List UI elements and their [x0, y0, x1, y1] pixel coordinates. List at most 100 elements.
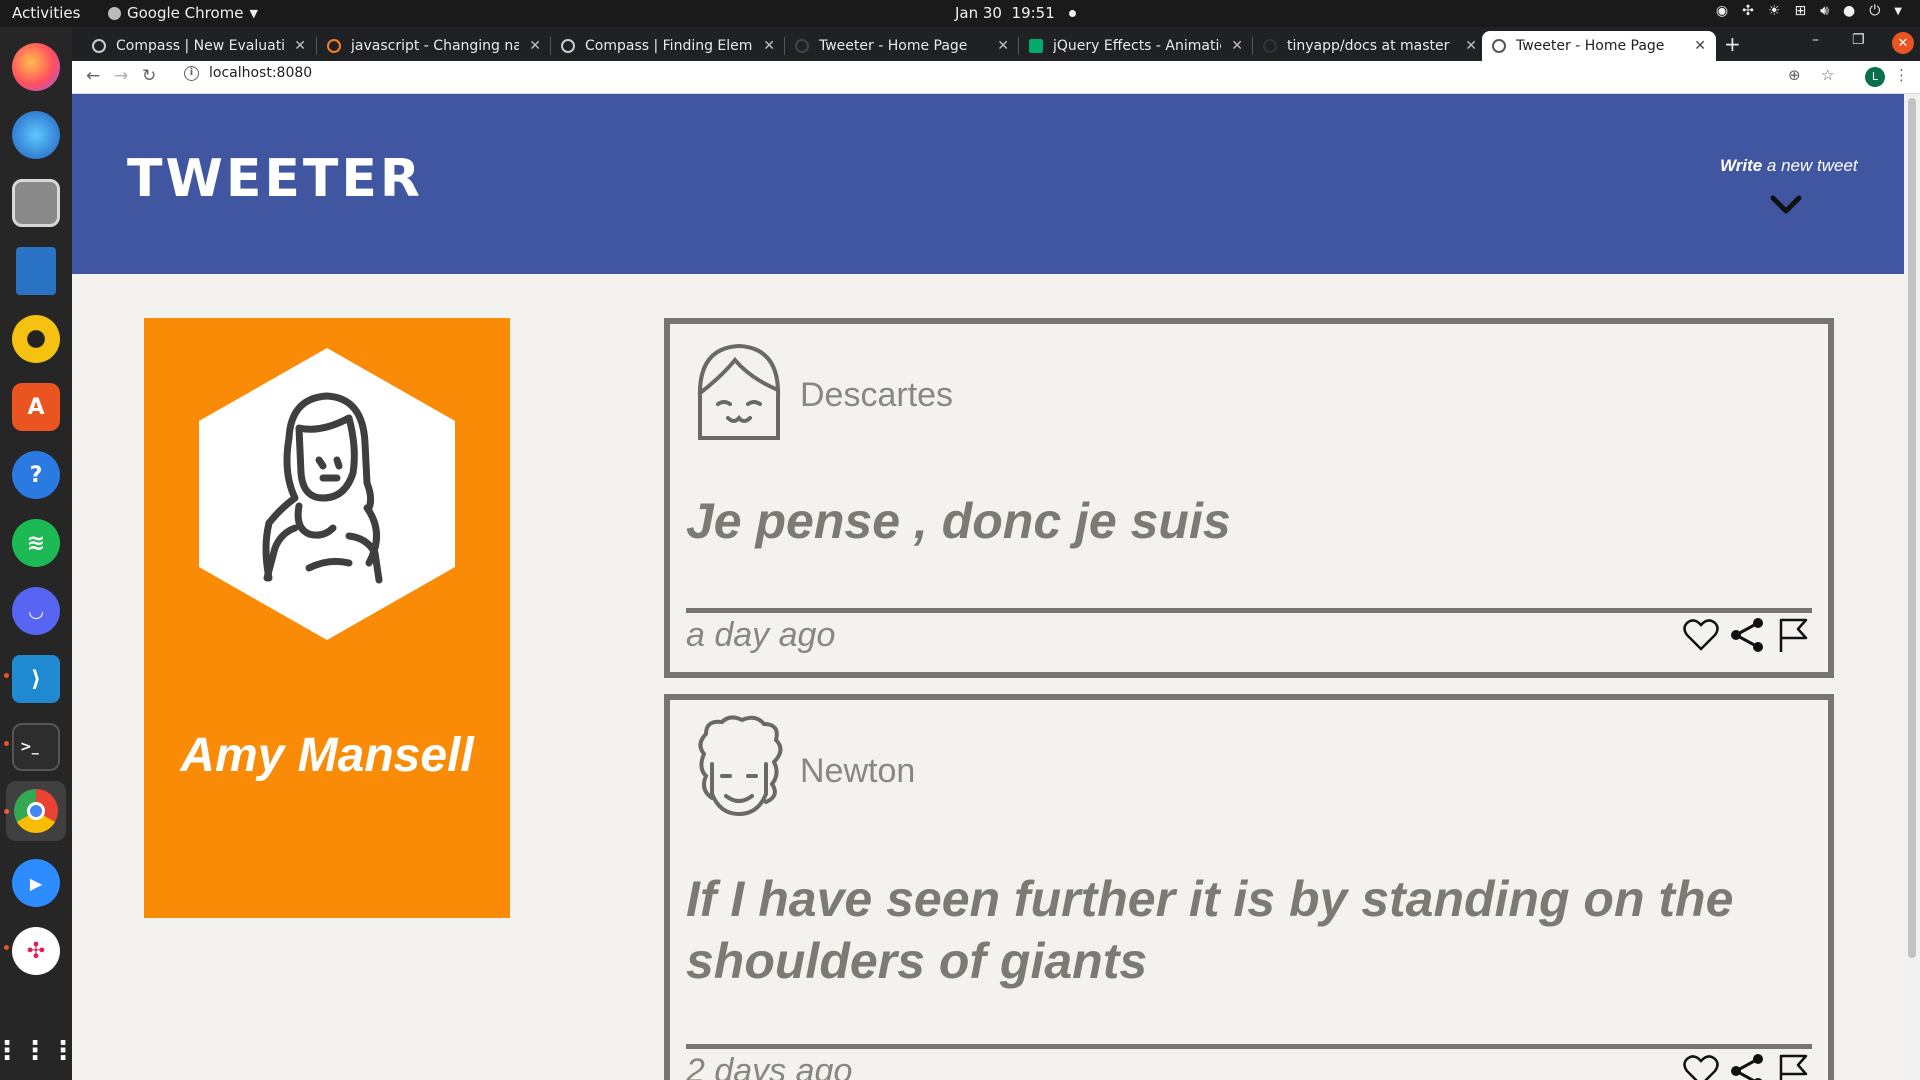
tab-close-icon[interactable]: ✕ — [294, 38, 306, 54]
tweet-divider — [686, 608, 1812, 613]
clock[interactable]: Jan 30 19:51 — [955, 4, 1076, 22]
bookmark-star-icon[interactable]: ☆ — [1821, 66, 1834, 84]
flag-icon[interactable] — [1774, 1052, 1812, 1080]
profile-name: Amy Mansell — [180, 729, 474, 782]
power-icon[interactable]: ⏻ — [1869, 3, 1880, 19]
address-bar[interactable]: i localhost:8080 — [184, 65, 312, 81]
brightness-icon[interactable]: ☀ — [1768, 3, 1781, 19]
chrome-icon[interactable] — [6, 781, 66, 841]
microphone-icon[interactable]: ● — [1843, 3, 1855, 19]
profile-card: Amy Mansell — [144, 318, 510, 918]
clock-date: Jan 30 — [955, 4, 1002, 22]
site-nav: TWEETER Write a new tweet — [72, 94, 1904, 274]
tab-favicon-icon — [1029, 39, 1043, 53]
share-icon[interactable] — [1728, 1052, 1766, 1080]
page-scrollbar[interactable] — [1904, 94, 1920, 1080]
tab-close-icon[interactable]: ✕ — [1694, 38, 1706, 54]
tweet-actions — [1682, 1052, 1812, 1080]
minimize-button[interactable]: – — [1812, 32, 1819, 48]
files-icon[interactable] — [12, 179, 60, 227]
tab-close-icon[interactable]: ✕ — [1231, 38, 1243, 54]
write-bold: Write — [1720, 156, 1763, 175]
discord-icon[interactable]: ◡ — [12, 587, 60, 635]
tab-close-icon[interactable]: ✕ — [997, 38, 1009, 54]
url-text[interactable]: localhost:8080 — [209, 65, 312, 81]
tab-favicon-icon — [1263, 39, 1277, 53]
chrome-menu-icon[interactable]: ⋮ — [1894, 66, 1909, 84]
caret-down-icon: ▼ — [249, 6, 258, 20]
tab-title: Tweeter - Home Page — [1516, 38, 1665, 54]
site-brand[interactable]: TWEETER — [127, 149, 423, 209]
network-icon[interactable]: ⊞ — [1794, 3, 1806, 19]
slack-tray-icon[interactable]: ✣ — [1742, 3, 1754, 19]
chevron-down-icon[interactable] — [1769, 192, 1803, 218]
tab-favicon-icon — [1492, 39, 1506, 53]
tab[interactable]: jQuery Effects - Animatio ✕ — [1019, 31, 1253, 61]
vscode-icon[interactable]: ⟩ — [12, 655, 60, 703]
forward-button[interactable]: → — [114, 66, 128, 86]
running-indicator — [4, 673, 9, 678]
write-rest: a new tweet — [1762, 156, 1858, 175]
tab-close-icon[interactable]: ✕ — [1465, 38, 1477, 54]
system-top-bar: Activities Google Chrome ▼ Jan 30 19:51 … — [0, 0, 1920, 27]
libreoffice-writer-icon[interactable] — [16, 247, 56, 295]
slack-icon[interactable]: ✣ — [12, 927, 60, 975]
tab-title: Compass | New Evaluatio — [116, 38, 285, 54]
tweet-actions — [1682, 616, 1812, 654]
activities-button[interactable]: Activities — [12, 4, 80, 22]
thunderbird-icon[interactable] — [12, 111, 60, 159]
volume-icon[interactable]: 🔊︎ — [1820, 3, 1829, 19]
tab-strip: Compass | New Evaluatio ✕ javascript - C… — [72, 27, 1920, 61]
tab[interactable]: Tweeter - Home Page ✕ — [785, 31, 1019, 61]
new-tab-button[interactable]: + — [1724, 32, 1741, 56]
tab[interactable]: tinyapp/docs at master · ✕ — [1253, 31, 1487, 61]
page-viewport: TWEETER Write a new tweet Amy Mansell De… — [72, 94, 1904, 1080]
clock-time: 19:51 — [1011, 4, 1055, 22]
heart-icon[interactable] — [1682, 1052, 1720, 1080]
show-apps-icon[interactable]: ⋮⋮⋮ — [0, 1027, 76, 1075]
tab-title: tinyapp/docs at master · — [1287, 38, 1456, 54]
chrome-app-icon — [108, 6, 121, 20]
back-button[interactable]: ← — [86, 66, 100, 86]
reload-button[interactable]: ↻ — [142, 66, 156, 86]
restore-button[interactable]: ❐ — [1852, 32, 1865, 48]
profile-avatar-hexagon — [199, 348, 455, 640]
tab-title: jQuery Effects - Animatio — [1053, 38, 1222, 54]
terminal-icon[interactable]: >_ — [12, 723, 60, 771]
tab[interactable]: Compass | New Evaluatio ✕ — [82, 31, 316, 61]
tab[interactable]: javascript - Changing nav ✕ — [317, 31, 551, 61]
tab-title: Compass | Finding Eleme — [585, 38, 754, 54]
dock: A ? ≋ ◡ ⟩ >_ ▶ ✣ ⋮⋮⋮ — [0, 27, 76, 1080]
share-icon[interactable] — [1728, 616, 1766, 654]
zoom-icon[interactable]: ▶ — [12, 859, 60, 907]
system-tray[interactable]: ◉ ✣ ☀ ⊞ 🔊︎ ● ⏻ ▼ — [1716, 3, 1902, 19]
tweet-avatar-icon — [697, 343, 781, 440]
tray-caret-icon[interactable]: ▼ — [1894, 6, 1902, 17]
browser-toolbar: ← → ↻ i localhost:8080 ⊕ ☆ L ⋮ — [72, 61, 1920, 94]
spotify-icon[interactable]: ≋ — [12, 519, 60, 567]
site-info-icon[interactable]: i — [184, 65, 199, 81]
software-center-icon[interactable]: A — [12, 383, 60, 431]
rhythmbox-icon[interactable] — [12, 315, 60, 363]
running-indicator — [4, 945, 9, 950]
write-tweet-link[interactable]: Write a new tweet — [1720, 156, 1858, 176]
discord-tray-icon[interactable]: ◉ — [1716, 3, 1728, 19]
firefox-icon[interactable] — [12, 43, 60, 91]
notification-dot-icon — [1068, 9, 1076, 17]
help-icon[interactable]: ? — [12, 451, 60, 499]
profile-avatar[interactable]: L — [1865, 67, 1885, 87]
flag-icon[interactable] — [1774, 616, 1812, 654]
app-menu[interactable]: Google Chrome ▼ — [108, 4, 258, 22]
close-window-button[interactable]: ✕ — [1892, 32, 1914, 54]
zoom-icon[interactable]: ⊕ — [1788, 66, 1801, 84]
tab-active[interactable]: Tweeter - Home Page ✕ — [1482, 31, 1716, 61]
tab-close-icon[interactable]: ✕ — [529, 38, 541, 54]
tweet-avatar-icon — [698, 715, 783, 817]
scrollbar-thumb[interactable] — [1908, 98, 1916, 958]
tweet-card: Newton If I have seen further it is by s… — [664, 694, 1834, 1080]
tab-close-icon[interactable]: ✕ — [763, 38, 775, 54]
tweet-card: Descartes Je pense , donc je suis a day … — [664, 318, 1834, 678]
heart-icon[interactable] — [1682, 616, 1720, 654]
tab[interactable]: Compass | Finding Eleme ✕ — [551, 31, 785, 61]
app-menu-label: Google Chrome — [127, 4, 244, 22]
